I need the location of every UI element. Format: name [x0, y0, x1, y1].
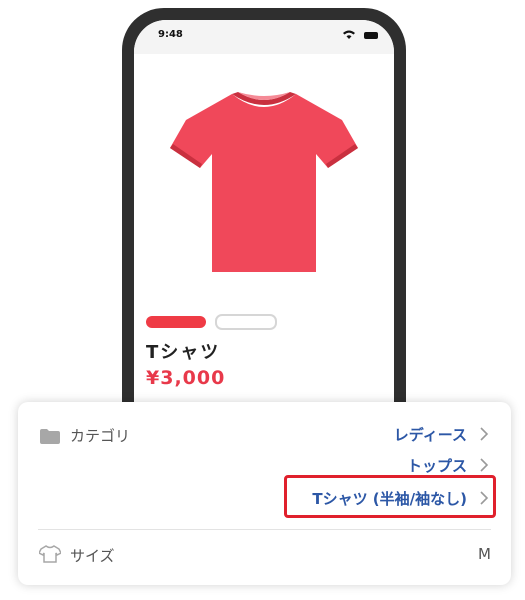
- category-link-ladies[interactable]: レディース: [394, 424, 467, 445]
- folder-icon: [40, 429, 60, 444]
- size-value: M: [478, 545, 491, 563]
- chevron-right-icon: [480, 458, 489, 472]
- tshirt-size-icon: [39, 545, 61, 563]
- status-time: 9:48: [158, 29, 183, 40]
- product-name: Tシャツ: [146, 342, 221, 363]
- wifi-icon: [343, 30, 355, 39]
- tshirt-image: [170, 92, 358, 272]
- category-label: カテゴリ: [70, 427, 131, 445]
- product-price: ¥3,000: [146, 367, 226, 389]
- chevron-right-icon: [480, 427, 489, 441]
- product-detail-card: カテゴリ レディース トップス Tシャツ (半袖/袖なし) サイズ M: [18, 402, 511, 585]
- divider: [38, 529, 491, 530]
- battery-icon: [364, 32, 378, 39]
- size-label: サイズ: [70, 547, 115, 565]
- highlight-box: [284, 475, 496, 518]
- status-bar: 9:48: [134, 20, 394, 54]
- color-swatch-red[interactable]: [146, 316, 206, 328]
- category-link-tops[interactable]: トップス: [407, 455, 467, 476]
- color-swatch-white[interactable]: [215, 314, 277, 330]
